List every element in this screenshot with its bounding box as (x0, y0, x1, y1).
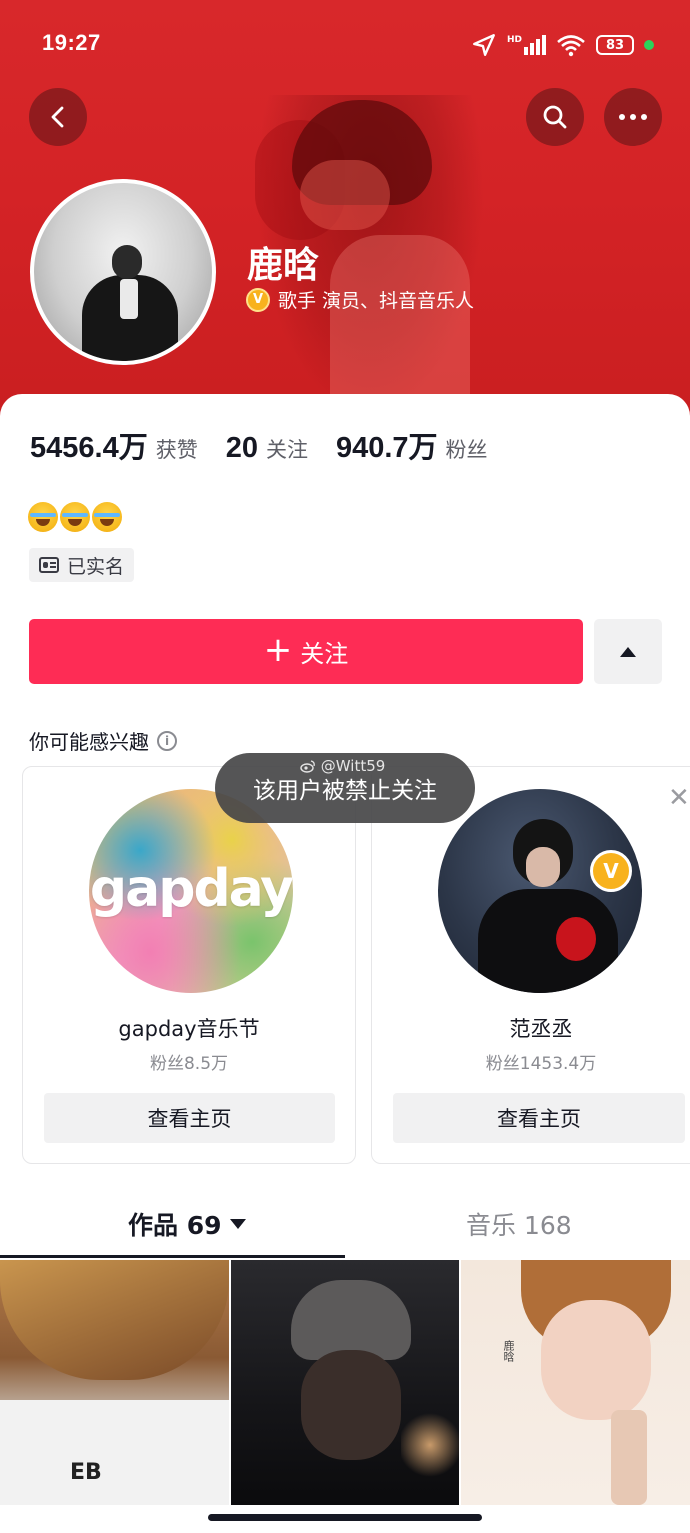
location-icon (473, 34, 495, 56)
view-profile-button[interactable]: 查看主页 (393, 1093, 685, 1143)
verification-text: 歌手 演员、抖音音乐人 (278, 290, 475, 312)
verified-badge-icon: V (590, 850, 632, 892)
gapday-logo: gapday (89, 859, 293, 919)
following-label[interactable]: 关注 (266, 434, 308, 464)
realname-badge: 已实名 (29, 548, 135, 582)
caret-down-icon (229, 1219, 246, 1229)
home-indicator[interactable] (208, 1514, 482, 1521)
toast-text: 该用户被禁止关注 (253, 778, 437, 804)
recommend-card[interactable]: 范丞丞 粉丝1453.4万 查看主页 (371, 766, 690, 1164)
status-icons: HD 83 (471, 30, 654, 60)
following-count[interactable]: 20 (226, 432, 258, 465)
battery-indicator: 83 (596, 35, 634, 55)
search-icon (543, 105, 567, 129)
back-button[interactable] (29, 88, 87, 146)
video-thumbnail[interactable]: EB (0, 1260, 229, 1505)
followers-label[interactable]: 粉丝 (446, 434, 488, 464)
more-button[interactable] (604, 88, 662, 146)
card-name: 范丞丞 (509, 1017, 573, 1041)
privacy-dot (644, 40, 654, 50)
profile-stats: 5456.4万 获赞 20 关注 940.7万 粉丝 (30, 424, 516, 466)
card-name: gapday音乐节 (118, 1017, 260, 1041)
close-icon[interactable]: ✕ (668, 783, 690, 813)
more-icon (619, 114, 647, 120)
realname-text: 已实名 (67, 555, 125, 578)
follow-button[interactable]: + 关注 (29, 619, 583, 684)
plus-icon: + (263, 630, 293, 670)
video-thumbnail[interactable]: 鹿晗 (461, 1260, 690, 1505)
watermark: @Witt59 (300, 757, 385, 775)
likes-label: 获赞 (155, 438, 198, 462)
tab-music[interactable]: 音乐 168 (466, 1206, 572, 1242)
network-icon: HD (507, 35, 546, 55)
cover-face (300, 160, 390, 230)
search-button[interactable] (526, 88, 584, 146)
poster-text: 鹿晗 (502, 1340, 515, 1362)
card-fans: 粉丝8.5万 (149, 1054, 229, 1074)
tab-music-label: 音乐 168 (466, 1211, 572, 1240)
likes-count: 5456.4万 (30, 432, 148, 464)
recommend-title-text: 你可能感兴趣 (29, 730, 149, 754)
laugh-cry-emoji-icon (92, 502, 122, 532)
triangle-up-icon (620, 646, 636, 657)
recommend-title: 你可能感兴趣 i (29, 726, 177, 755)
status-bar: 19:27 HD 83 (0, 26, 690, 66)
view-profile-button[interactable]: 查看主页 (44, 1093, 335, 1143)
status-time: 19:27 (42, 30, 101, 55)
network-label: HD (506, 35, 522, 45)
info-icon[interactable]: i (157, 730, 177, 751)
hoodie-print: EB (70, 1460, 102, 1485)
recommend-collapse-button[interactable] (594, 619, 662, 684)
weibo-icon (300, 760, 315, 773)
laugh-cry-emoji-icon (28, 502, 58, 532)
card-fans: 粉丝1453.4万 (485, 1054, 597, 1074)
profile-bio (28, 502, 124, 538)
tab-works-label: 作品 69 (128, 1211, 222, 1240)
chevron-left-icon (51, 106, 64, 128)
content-tabs: 作品 69 音乐 168 (0, 1190, 690, 1260)
tab-indicator (0, 1255, 345, 1258)
verified-badge-icon: V (246, 287, 270, 312)
id-card-icon (39, 557, 59, 573)
followers-count[interactable]: 940.7万 (336, 424, 438, 466)
profile-name: 鹿晗 (247, 245, 320, 286)
avatar[interactable] (30, 179, 216, 365)
laugh-cry-emoji-icon (60, 502, 90, 532)
follow-label: 关注 (300, 640, 349, 668)
wifi-icon (557, 35, 585, 57)
verification-row: V 歌手 演员、抖音音乐人 (246, 286, 474, 313)
recommend-card[interactable]: gapday gapday音乐节 粉丝8.5万 查看主页 (22, 766, 356, 1164)
video-thumbnail[interactable] (231, 1260, 459, 1505)
watermark-text: @Witt59 (320, 757, 386, 775)
tab-works[interactable]: 作品 69 (128, 1206, 246, 1242)
video-grid: EB 鹿晗 (0, 1260, 690, 1505)
